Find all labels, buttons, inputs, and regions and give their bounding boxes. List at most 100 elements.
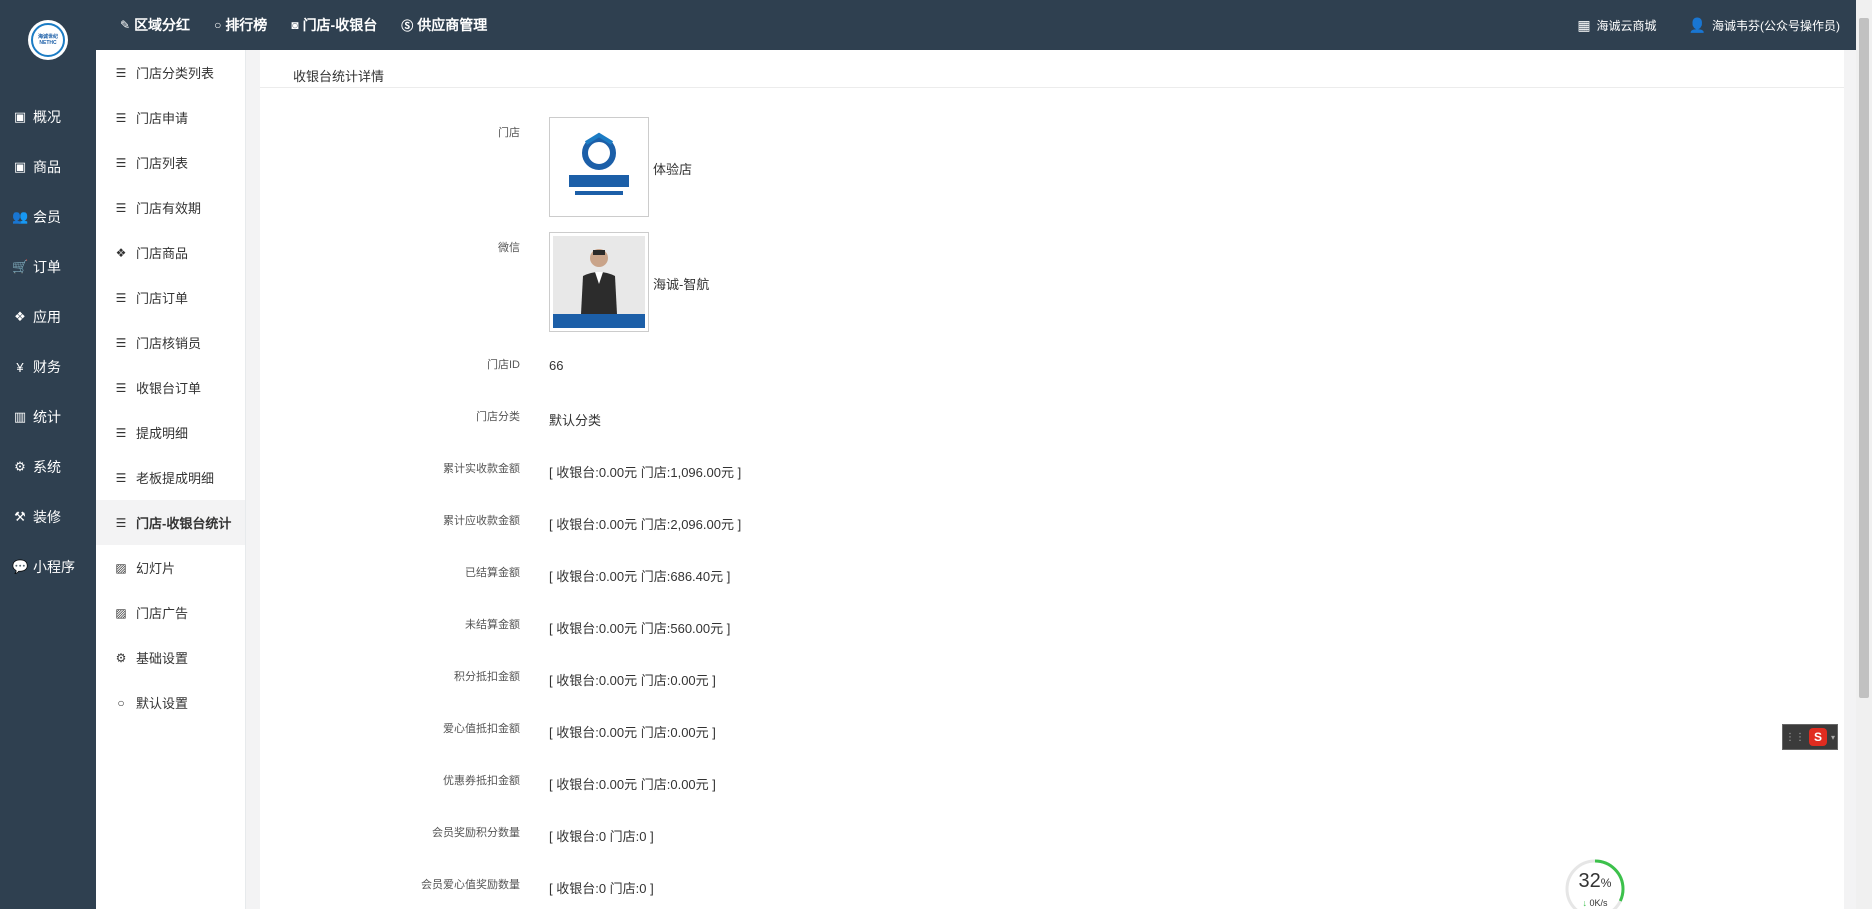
image-icon: ▨ xyxy=(115,605,127,620)
sub-nav-slides[interactable]: ▨ 幻灯片 xyxy=(96,545,245,590)
top-right: ▦ 海诚云商城 👤 海诚韦芬(公众号操作员) xyxy=(1545,0,1840,50)
list-icon: ☰ xyxy=(115,65,127,80)
sub-nav-register-orders[interactable]: ☰ 收银台订单 xyxy=(96,365,245,410)
cart-icon: 🛒 xyxy=(12,259,29,274)
sub-nav-label: 门店订单 xyxy=(136,291,189,306)
arrow-down-icon: ↓ xyxy=(1582,898,1587,908)
bar-chart-icon: ▥ xyxy=(13,409,27,424)
sub-nav-commission-detail[interactable]: ☰ 提成明细 xyxy=(96,410,245,455)
skype-icon: Ⓢ xyxy=(401,18,414,33)
row-value: [ 收银台:0.00元 门店:1,096.00元 ] xyxy=(549,465,742,480)
logo-sub-text: NETHC xyxy=(39,40,57,46)
sub-nav-label: 门店有效期 xyxy=(136,201,202,216)
gears-icon: ⚙ xyxy=(115,650,127,665)
main-nav-stats[interactable]: ▥ 统计 xyxy=(0,392,96,442)
list-icon: ☰ xyxy=(115,155,127,170)
circle-icon: ○ xyxy=(117,695,125,710)
store-logo-image xyxy=(549,117,649,217)
main-nav: ▣ 概况 ▣ 商品 👥 会员 🛒 订单 ❖ 应用 ¥ 财务 ▥ 统计 ⚙ 系统 ⚒ 装修 💬 小程序 xyxy=(0,92,96,592)
main-nav-apps[interactable]: ❖ 应用 xyxy=(0,292,96,342)
ime-toolbar[interactable]: ⋮⋮ S ▾ xyxy=(1782,724,1838,750)
top-nav-region-bonus[interactable]: ✎ 区域分红 xyxy=(120,15,190,35)
row-value: [ 收银台:0.00元 门店:0.00元 ] xyxy=(549,673,716,688)
sub-nav-store-goods[interactable]: ❖ 门店商品 xyxy=(96,230,245,275)
sub-nav-basic-settings[interactable]: ⚙ 基础设置 xyxy=(96,635,245,680)
sub-nav-store-verifier[interactable]: ☰ 门店核销员 xyxy=(96,320,245,365)
main-nav-label: 小程序 xyxy=(33,559,75,575)
sogou-icon: S xyxy=(1808,728,1827,746)
sub-nav-store-category-list[interactable]: ☰ 门店分类列表 xyxy=(96,50,245,95)
main-nav-members[interactable]: 👥 会员 xyxy=(0,192,96,242)
store-label: 门店 xyxy=(498,127,520,139)
row-value: [ 收银台:0 门店:0 ] xyxy=(549,829,654,844)
wechat-name: 海诚-智航 xyxy=(653,277,710,292)
main-nav-miniprogram[interactable]: 💬 小程序 xyxy=(0,542,96,592)
sub-nav-label: 门店列表 xyxy=(136,156,189,171)
main-nav-goods[interactable]: ▣ 商品 xyxy=(0,142,96,192)
main-nav-decor[interactable]: ⚒ 装修 xyxy=(0,492,96,542)
sub-nav-label: 幻灯片 xyxy=(136,561,176,576)
wechat-avatar-graphic xyxy=(553,236,645,328)
cubes-icon: ❖ xyxy=(14,309,26,324)
row-label: 门店分类 xyxy=(476,411,520,423)
top-nav-label: 排行榜 xyxy=(225,17,268,33)
sub-nav-store-orders[interactable]: ☰ 门店订单 xyxy=(96,275,245,320)
register-icon: ◙ xyxy=(291,18,299,32)
sub-nav-label: 提成明细 xyxy=(136,426,189,441)
row-value: 默认分类 xyxy=(549,413,602,428)
row-value: 66 xyxy=(549,358,564,373)
sub-nav-store-list[interactable]: ☰ 门店列表 xyxy=(96,140,245,185)
list-icon: ☰ xyxy=(115,200,127,215)
main-nav-overview[interactable]: ▣ 概况 xyxy=(0,92,96,142)
brand-logo[interactable]: 海诚世纪 NETHC xyxy=(28,20,68,60)
network-speed-widget[interactable]: 32% ↓ 0K/s xyxy=(1564,858,1626,909)
sub-nav-register-stats[interactable]: ☰ 门店-收银台统计 xyxy=(96,500,245,545)
title-divider xyxy=(260,87,1844,88)
row-label: 积分抵扣金额 xyxy=(454,671,520,683)
main-nav-system[interactable]: ⚙ 系统 xyxy=(0,442,96,492)
row-label: 门店ID xyxy=(487,359,520,371)
top-nav-store-register[interactable]: ◙ 门店-收银台 xyxy=(291,15,377,35)
sub-nav-store-ads[interactable]: ▨ 门店广告 xyxy=(96,590,245,635)
shop-link[interactable]: ▦ 海诚云商城 xyxy=(1577,17,1656,34)
list-icon: ☰ xyxy=(115,335,127,350)
scrollbar-thumb[interactable] xyxy=(1859,18,1869,698)
store-name: 体验店 xyxy=(653,162,693,177)
hammer-icon: ⚒ xyxy=(14,509,26,524)
user-label: 海诚韦芬(公众号操作员) xyxy=(1712,18,1840,33)
list-icon: ☰ xyxy=(115,515,127,530)
row-value: [ 收银台:0.00元 门店:0.00元 ] xyxy=(549,777,716,792)
circle-icon: ○ xyxy=(214,18,222,32)
sub-nav-label: 基础设置 xyxy=(136,651,189,666)
sub-nav-label: 老板提成明细 xyxy=(136,471,215,486)
top-bar: ✎ 区域分红 ○ 排行榜 ◙ 门店-收银台 Ⓢ 供应商管理 ▦ 海诚云商城 👤 海诚韦芬(公… xyxy=(96,0,1872,50)
sub-nav-store-apply[interactable]: ☰ 门店申请 xyxy=(96,95,245,140)
sub-nav-label: 默认设置 xyxy=(136,696,189,711)
page-scrollbar[interactable] xyxy=(1856,0,1872,909)
row-value: [ 收银台:0.00元 门店:0.00元 ] xyxy=(549,725,716,740)
drag-handle-icon: ⋮⋮ xyxy=(1784,731,1805,743)
main-nav-label: 商品 xyxy=(33,159,61,175)
sub-nav-label: 门店广告 xyxy=(136,606,189,621)
row-label: 累计应收款金额 xyxy=(443,515,520,527)
sub-nav-store-validity[interactable]: ☰ 门店有效期 xyxy=(96,185,245,230)
sub-nav-label: 门店核销员 xyxy=(136,336,202,351)
pin-icon: ✎ xyxy=(120,18,131,32)
speed-rate-value: 0K/s xyxy=(1589,898,1608,908)
page-title: 收银台统计详情 xyxy=(293,69,385,84)
top-nav-supplier[interactable]: Ⓢ 供应商管理 xyxy=(401,15,487,35)
wechat-icon: 💬 xyxy=(12,559,29,574)
yen-icon: ¥ xyxy=(16,359,24,375)
main-nav-finance[interactable]: ¥ 财务 xyxy=(0,342,96,392)
main-nav-orders[interactable]: 🛒 订单 xyxy=(0,242,96,292)
sub-nav-label: 门店-收银台统计 xyxy=(136,516,232,531)
row-label: 会员爱心值奖励数量 xyxy=(421,879,520,891)
shop-label: 海诚云商城 xyxy=(1596,18,1657,33)
cubes-icon: ❖ xyxy=(115,245,127,260)
sub-nav-boss-commission[interactable]: ☰ 老板提成明细 xyxy=(96,455,245,500)
sub-nav-default-settings[interactable]: ○ 默认设置 xyxy=(96,680,245,725)
list-icon: ☰ xyxy=(115,470,127,485)
user-menu[interactable]: 👤 海诚韦芬(公众号操作员) xyxy=(1689,17,1840,34)
top-nav-ranking[interactable]: ○ 排行榜 xyxy=(214,15,267,35)
wechat-avatar-image xyxy=(549,232,649,332)
